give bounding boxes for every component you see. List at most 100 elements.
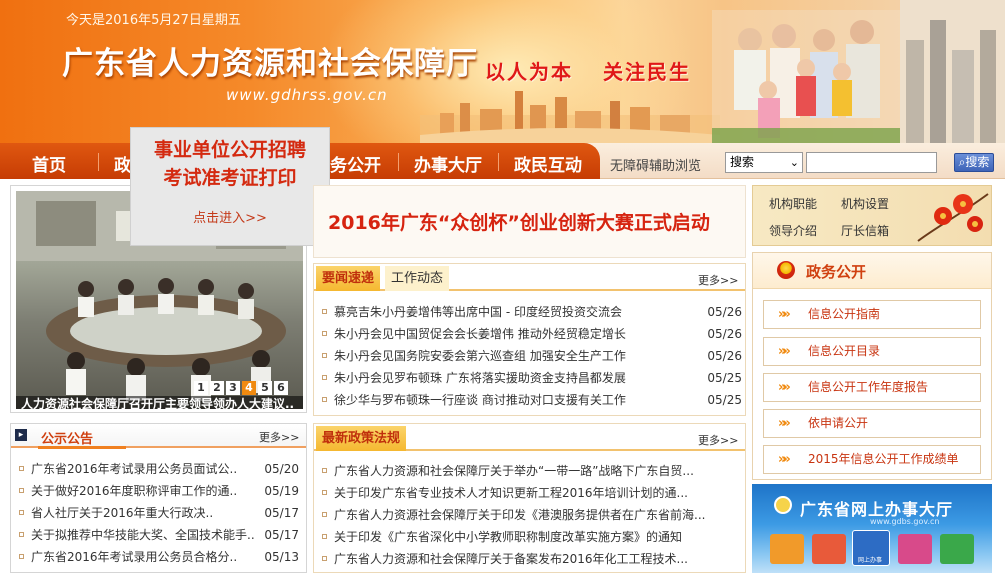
list-item[interactable]: 关于拟推荐中华技能大奖、全国技术能手.. 05/17 [19, 525, 299, 545]
double-chevron-icon: »» [778, 307, 791, 322]
double-chevron-icon: »» [778, 452, 791, 467]
org-structure-link[interactable]: 机构设置 [841, 195, 889, 212]
policy-item-title: 关于印发《广东省深化中小学教师职称制度改革实施方案》的通知 [334, 530, 683, 544]
policy-header: 最新政策法规 更多>> [314, 424, 745, 451]
news-date: 05/26 [707, 305, 742, 319]
list-item[interactable]: 关于做好2016年度职称评审工作的通.. 05/19 [19, 481, 299, 501]
news-panel: 要闻速递 工作动态 更多>> 慕亮吉朱小丹姜增伟等出席中国 - 印度经贸投资交流… [313, 263, 746, 416]
bullet-icon [322, 534, 327, 539]
search-type-select[interactable]: 搜索 ⌄ [725, 152, 803, 173]
bullet-icon [322, 468, 327, 473]
online-service-hall-banner[interactable]: 广东省网上办事大厅 www.gdbs.gov.cn 网上办事 [752, 484, 992, 573]
news-date: 05/25 [707, 371, 742, 385]
list-item[interactable]: 慕亮吉朱小丹姜增伟等出席中国 - 印度经贸投资交流会 05/26 [322, 302, 742, 322]
search-button[interactable]: ⌕搜索 [954, 153, 994, 172]
search-select-value: 搜索 [730, 155, 755, 169]
list-item[interactable]: 徐少华与罗布顿珠一行座谈 商讨推动对口支援有关工作 05/25 [322, 390, 742, 410]
news-tab-bar: 要闻速递 工作动态 更多>> [314, 264, 745, 291]
notice-item-date: 05/13 [264, 550, 299, 564]
search-input[interactable] [806, 152, 937, 173]
notice-item-title: 关于拟推荐中华技能大奖、全国技术能手.. [31, 528, 255, 542]
list-item[interactable]: 省人社厅关于2016年重大行政决.. 05/17 [19, 503, 299, 523]
policy-item-title: 广东省人力资源和社会保障厅关于举办“一带一路”战略下广东自贸... [334, 464, 694, 478]
flower-decoration [917, 193, 989, 242]
list-item[interactable]: 广东省人力资源社会保障厅关于印发《港澳服务提供者在广东省前海... [322, 505, 742, 525]
nav-gov-affairs[interactable]: 务公开 [330, 151, 381, 176]
policy-item-title: 关于印发广东省专业技术人才知识更新工程2016年培训计划的通... [334, 486, 688, 500]
slideshow-caption[interactable]: 人力资源社会保障厅召开厅主要领导领办人大建议.. [16, 396, 303, 409]
gov-affairs-header: 政务公开 [753, 253, 991, 289]
list-item[interactable]: 广东省2016年考试录用公务员合格分.. 05/13 [19, 547, 299, 567]
list-item[interactable]: 关于印发《广东省深化中小学教师职称制度改革实施方案》的通知 [322, 527, 742, 547]
online-hall-icons: 网上办事 [760, 530, 986, 568]
slideshow-pager: 1 2 3 4 5 6 [194, 381, 290, 395]
bullet-icon [19, 532, 24, 537]
slogan: 以人为本 关注民生 [485, 56, 691, 85]
org-functions-link[interactable]: 机构职能 [769, 195, 817, 212]
list-item[interactable]: 广东省人力资源和社会保障厅关于备案发布2016年化工工程技术... [322, 549, 742, 569]
pager-3[interactable]: 3 [226, 381, 240, 395]
tab-work-updates[interactable]: 工作动态 [385, 266, 449, 291]
tab-latest-policy[interactable]: 最新政策法规 [316, 426, 406, 451]
online-service-icon[interactable]: 网上办事 [852, 530, 890, 566]
exam-notice-enter-link[interactable]: 点击进入>> [131, 207, 329, 226]
list-item[interactable]: 朱小丹会见罗布顿珠 广东将落实援助资金支持昌都发展 05/25 [322, 368, 742, 388]
exam-notice-title: 事业单位公开招聘 考试准考证打印 [131, 136, 329, 192]
tab-news-express[interactable]: 要闻速递 [316, 266, 380, 291]
gov-link-label: 信息公开指南 [808, 307, 881, 321]
annual-report-link[interactable]: »» 信息公开工作年度报告 [763, 373, 981, 402]
list-item[interactable]: 朱小丹会见中国贸促会会长姜增伟 推动外经贸稳定增长 05/26 [322, 324, 742, 344]
pager-6[interactable]: 6 [274, 381, 288, 395]
service-icon[interactable] [898, 534, 932, 564]
bullet-icon [19, 488, 24, 493]
accessibility-link[interactable]: 无障碍辅助浏览 [610, 155, 701, 174]
date-text: 今天是2016年5月27日星期五 [66, 13, 241, 28]
nav-separator [398, 153, 399, 171]
director-mailbox-link[interactable]: 厅长信箱 [841, 222, 889, 239]
service-icon[interactable] [812, 534, 846, 564]
headline-box: 2016年广东“众创杯”创业创新大赛正式启动 [313, 185, 746, 258]
site-title[interactable]: 广东省人力资源和社会保障厅 [62, 38, 478, 83]
search-button-label: 搜索 [965, 155, 990, 169]
service-icon[interactable] [770, 534, 804, 564]
nav-separator [498, 153, 499, 171]
news-date: 05/26 [707, 327, 742, 341]
exam-notice-title-line1: 事业单位公开招聘 [153, 139, 306, 161]
nav-home[interactable]: 首页 [32, 151, 66, 176]
list-item[interactable]: 广东省人力资源和社会保障厅关于举办“一带一路”战略下广东自贸... [322, 461, 742, 481]
info-catalog-link[interactable]: »» 信息公开目录 [763, 337, 981, 366]
pager-4-active[interactable]: 4 [242, 381, 256, 395]
nav-gov-info-partial[interactable]: 政 [114, 151, 131, 176]
leaders-link[interactable]: 领导介绍 [769, 222, 817, 239]
notice-item-title: 广东省2016年考试录用公务员面试公.. [31, 462, 238, 476]
nav-service-hall[interactable]: 办事大厅 [414, 151, 482, 176]
floating-exam-notice[interactable]: 事业单位公开招聘 考试准考证打印 点击进入>> [130, 127, 330, 246]
gov-link-label: 信息公开目录 [808, 344, 881, 358]
list-item[interactable]: 朱小丹会见国务院安委会第六巡查组 加强安全生产工作 05/26 [322, 346, 742, 366]
news-title: 朱小丹会见中国贸促会会长姜增伟 推动外经贸稳定增长 [334, 327, 626, 341]
notice-item-title: 广东省2016年考试录用公务员合格分.. [31, 550, 238, 564]
news-date: 05/25 [707, 393, 742, 407]
list-item[interactable]: 广东省2016年考试录用公务员面试公.. 05/20 [19, 459, 299, 479]
pager-5[interactable]: 5 [258, 381, 272, 395]
arrow-right-icon: ▸ [15, 429, 27, 441]
news-more-link[interactable]: 更多>> [698, 272, 738, 288]
scorecard-link[interactable]: »» 2015年信息公开工作成绩单 [763, 445, 981, 474]
pager-2[interactable]: 2 [210, 381, 224, 395]
city-skyline-illustration [420, 91, 720, 143]
online-service-label: 网上办事 [857, 557, 882, 564]
pager-1[interactable]: 1 [194, 381, 208, 395]
policy-panel: 最新政策法规 更多>> 广东省人力资源和社会保障厅关于举办“一带一路”战略下广东… [313, 423, 746, 573]
news-title: 朱小丹会见国务院安委会第六巡查组 加强安全生产工作 [334, 349, 626, 363]
list-item[interactable]: 关于印发广东省专业技术人才知识更新工程2016年培训计划的通... [322, 483, 742, 503]
nav-interaction[interactable]: 政民互动 [514, 151, 582, 176]
info-guide-link[interactable]: »» 信息公开指南 [763, 300, 981, 329]
notice-item-date: 05/20 [264, 462, 299, 476]
notice-more-link[interactable]: 更多>> [259, 429, 299, 445]
nav-separator [98, 153, 99, 171]
policy-more-link[interactable]: 更多>> [698, 432, 738, 448]
service-icon[interactable] [940, 534, 974, 564]
org-quick-links: 机构职能 机构设置 领导介绍 厅长信箱 [752, 185, 992, 246]
headline-link[interactable]: 2016年广东“众创杯”创业创新大赛正式启动 [328, 208, 710, 235]
apply-disclosure-link[interactable]: »» 依申请公开 [763, 409, 981, 438]
